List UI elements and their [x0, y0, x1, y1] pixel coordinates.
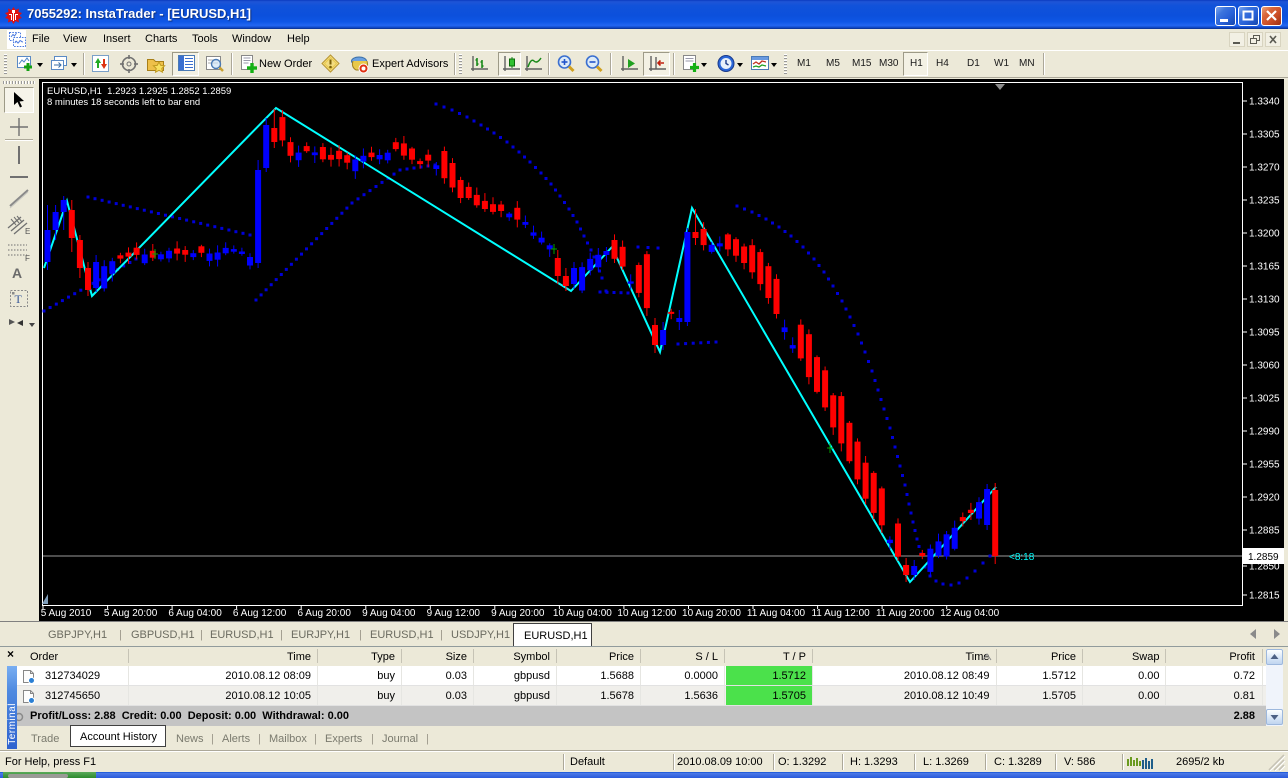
svg-text:6 Aug 04:00: 6 Aug 04:00	[168, 608, 222, 619]
svg-text:11 Aug 12:00: 11 Aug 12:00	[811, 608, 870, 619]
svg-text:6 Aug 12:00: 6 Aug 12:00	[233, 608, 287, 619]
svg-text:9 Aug 12:00: 9 Aug 12:00	[427, 608, 481, 619]
svg-text:1.3340: 1.3340	[1249, 97, 1280, 108]
svg-text:1.3130: 1.3130	[1249, 295, 1280, 306]
svg-text:11 Aug 20:00: 11 Aug 20:00	[876, 608, 935, 619]
svg-text:1.2859: 1.2859	[1248, 552, 1279, 563]
svg-text:6 Aug 20:00: 6 Aug 20:00	[298, 608, 352, 619]
svg-text:1.3270: 1.3270	[1249, 163, 1280, 174]
svg-text:EURUSD,H1 1.2923 1.2925 1.285: EURUSD,H1 1.2923 1.2925 1.2852 1.2859	[47, 86, 231, 97]
svg-text:E: E	[25, 227, 30, 236]
svg-text:10 Aug 04:00: 10 Aug 04:00	[553, 608, 612, 619]
svg-text:5 Aug 20:00: 5 Aug 20:00	[104, 608, 158, 619]
svg-text:F: F	[25, 254, 30, 262]
svg-text:1.3200: 1.3200	[1249, 229, 1280, 240]
svg-text:12 Aug 04:00: 12 Aug 04:00	[940, 608, 999, 619]
svg-text:1.3060: 1.3060	[1249, 361, 1280, 372]
svg-text:1.2920: 1.2920	[1249, 493, 1280, 504]
svg-text:11 Aug 04:00: 11 Aug 04:00	[747, 608, 806, 619]
svg-text:10 Aug 20:00: 10 Aug 20:00	[682, 608, 741, 619]
svg-text:1.2885: 1.2885	[1249, 526, 1280, 537]
svg-text:T: T	[15, 292, 23, 306]
svg-text:9 Aug 20:00: 9 Aug 20:00	[491, 608, 545, 619]
svg-text:1.3095: 1.3095	[1249, 328, 1280, 339]
svg-text:1.3165: 1.3165	[1249, 262, 1280, 273]
svg-text:8 minutes 18 seconds left to b: 8 minutes 18 seconds left to bar end	[47, 97, 200, 108]
svg-text:1.2990: 1.2990	[1249, 427, 1280, 438]
svg-text:1.2955: 1.2955	[1249, 460, 1280, 471]
svg-text:9 Aug 04:00: 9 Aug 04:00	[362, 608, 416, 619]
svg-text:5 Aug 2010: 5 Aug 2010	[41, 608, 92, 619]
svg-text:<8:18: <8:18	[1009, 552, 1035, 563]
svg-text:1.3025: 1.3025	[1249, 394, 1280, 405]
svg-text:1.3305: 1.3305	[1249, 130, 1280, 141]
svg-text:1.2815: 1.2815	[1249, 591, 1280, 602]
svg-text:10 Aug 12:00: 10 Aug 12:00	[617, 608, 676, 619]
svg-text:1.3235: 1.3235	[1249, 196, 1280, 207]
